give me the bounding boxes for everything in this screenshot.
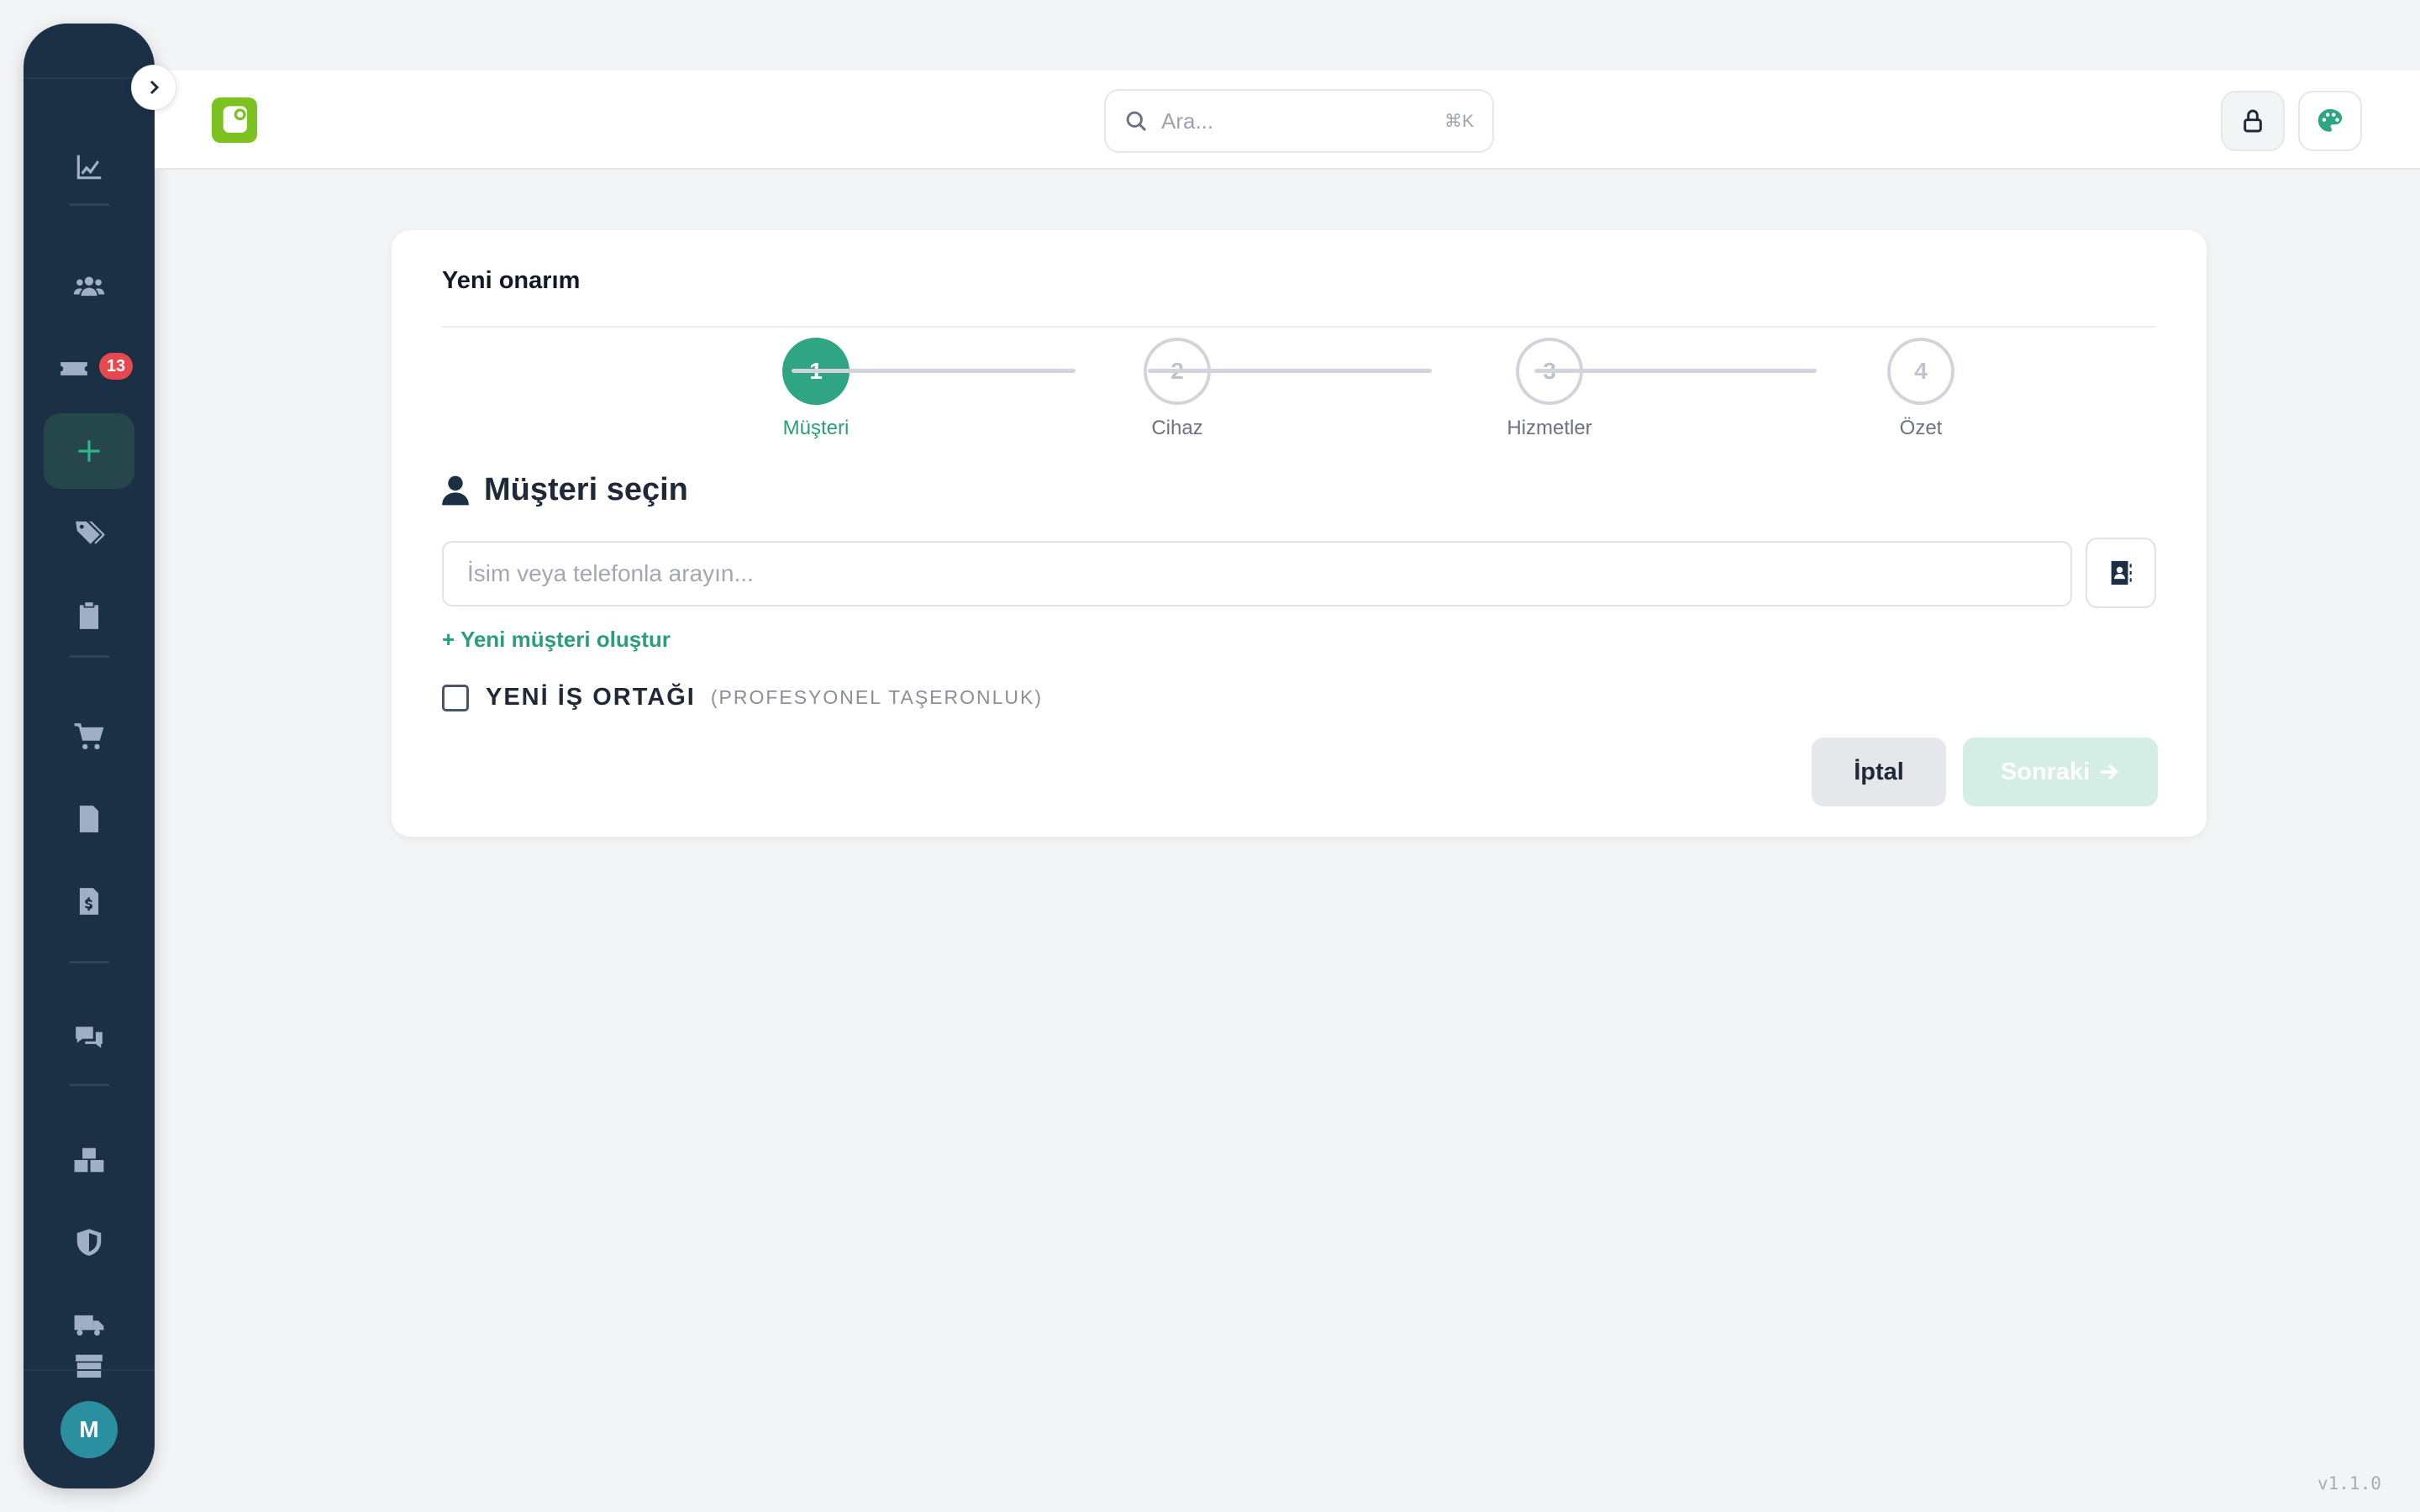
search-shortcut: ⌘K: [1444, 111, 1474, 131]
sidebar-item-messages[interactable]: [44, 1000, 134, 1075]
plus-icon: [78, 440, 100, 462]
theme-button[interactable]: [2298, 91, 2362, 151]
sidebar-item-inventory[interactable]: [44, 1122, 134, 1198]
next-button-label: Sonraki: [2000, 758, 2091, 785]
sidebar-bottom-divider: [24, 1369, 155, 1371]
step-connector: [1534, 369, 1817, 373]
step-label: Özet: [1899, 417, 1943, 439]
user-avatar[interactable]: M: [60, 1401, 118, 1458]
users-icon: [73, 276, 105, 297]
card-title: Yeni onarım: [442, 267, 581, 294]
ticket-count-badge: 13: [99, 353, 133, 380]
shield-icon: [76, 1229, 102, 1256]
tags-icon: [76, 521, 105, 544]
invoice-dollar-icon: [79, 888, 99, 915]
chat-icon: [76, 1026, 103, 1048]
document-icon: [79, 806, 99, 832]
sidebar-item-new-repair[interactable]: [44, 413, 134, 489]
sidebar-item-sales[interactable]: [44, 699, 134, 774]
arrow-right-icon: [2100, 764, 2118, 780]
step-label: Hizmetler: [1507, 417, 1592, 439]
cart-icon: [74, 723, 104, 750]
step-customer[interactable]: 1 Müşteri: [749, 338, 883, 440]
section-title: Müşteri seçin: [484, 472, 688, 507]
logo-icon: [223, 106, 247, 133]
new-partner-option[interactable]: YENİ İŞ ORTAĞI (PROFESYONEL TAŞERONLUK): [442, 684, 1043, 711]
step-connector: [1148, 369, 1432, 373]
palette-icon: [2317, 108, 2343, 132]
sidebar-item-tasks[interactable]: [44, 578, 134, 654]
sidebar-item-documents[interactable]: [44, 781, 134, 857]
app-version: v1.1.0: [2317, 1473, 2381, 1494]
search-placeholder: Ara...: [1161, 108, 1214, 134]
section-heading: Müşteri seçin: [442, 472, 688, 508]
chart-line-icon: [76, 155, 102, 180]
step-connector: [792, 369, 1076, 373]
new-partner-label: YENİ İŞ ORTAĞI: [486, 684, 696, 711]
cancel-button[interactable]: İptal: [1812, 738, 1946, 806]
app-logo[interactable]: [212, 97, 257, 143]
ticket-icon: [60, 362, 87, 375]
chevron-right-icon: [150, 80, 160, 95]
boxes-icon: [74, 1147, 104, 1173]
create-customer-link[interactable]: + Yeni müşteri oluştur: [442, 627, 671, 653]
sidebar-toggle-button[interactable]: [131, 65, 176, 110]
lock-icon: [2244, 109, 2262, 133]
clipboard-list-icon: [79, 602, 99, 629]
new-repair-card: Yeni onarım 1 Müşteri 2 Cihaz 3 Hizmetle…: [392, 230, 2207, 837]
step-label: Cihaz: [1151, 417, 1203, 439]
archive-icon: [76, 1354, 103, 1378]
card-divider: [442, 326, 2156, 328]
step-device[interactable]: 2 Cihaz: [1110, 338, 1244, 440]
customer-search-input[interactable]: [442, 541, 2072, 606]
new-partner-checkbox[interactable]: [442, 684, 469, 711]
sidebar-separator: [69, 1084, 109, 1086]
truck-icon: [74, 1315, 104, 1336]
next-button[interactable]: Sonraki: [1963, 738, 2158, 806]
global-search[interactable]: Ara... ⌘K: [1104, 89, 1494, 153]
sidebar-item-tickets[interactable]: 13: [44, 331, 134, 407]
step-label: Müşteri: [782, 417, 850, 439]
contacts-button[interactable]: [2086, 538, 2156, 608]
lock-button[interactable]: [2221, 91, 2285, 151]
sidebar-item-warranty[interactable]: [44, 1205, 134, 1280]
user-icon: [442, 475, 469, 505]
sidebar-item-tags[interactable]: [44, 496, 134, 571]
sidebar-item-customers[interactable]: [44, 249, 134, 324]
sidebar-separator: [69, 961, 109, 963]
top-header: Ara... ⌘K: [155, 71, 2420, 170]
sidebar: 13 M: [24, 24, 155, 1488]
cancel-button-label: İptal: [1854, 758, 1904, 785]
search-icon: [1126, 111, 1147, 132]
address-book-icon: [2111, 560, 2132, 585]
step-summary[interactable]: 4 Özet: [1854, 338, 1988, 440]
sidebar-item-archive[interactable]: [44, 1344, 134, 1378]
step-services[interactable]: 3 Hizmetler: [1482, 338, 1617, 440]
new-partner-sublabel: (PROFESYONEL TAŞERONLUK): [710, 686, 1044, 708]
sidebar-separator: [69, 655, 109, 658]
sidebar-item-invoices[interactable]: [44, 864, 134, 939]
step-number: 4: [1887, 338, 1954, 405]
sidebar-separator: [69, 203, 109, 206]
sidebar-item-dashboard[interactable]: [44, 129, 134, 205]
